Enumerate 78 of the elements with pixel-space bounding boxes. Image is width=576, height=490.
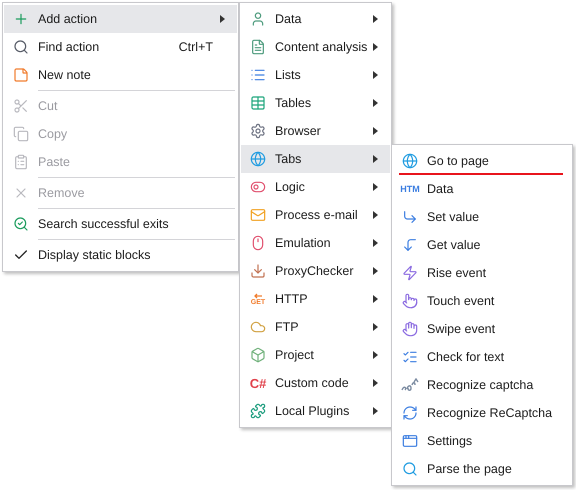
submenu-arrow-icon [373, 351, 378, 359]
list-icon [250, 67, 266, 83]
download-icon [250, 263, 266, 279]
submenu-arrow-icon [373, 99, 378, 107]
csharp-icon: C# [250, 376, 266, 390]
menu-item[interactable]: Settings [393, 427, 571, 455]
menu-item[interactable]: ProxyChecker [241, 257, 390, 285]
html-tag-icon: HTM [400, 184, 420, 194]
globe-icon [250, 151, 266, 167]
scissors-icon [13, 98, 29, 114]
gear-icon [250, 123, 266, 139]
cube-icon [250, 347, 266, 363]
submenu-arrow-icon [373, 155, 378, 163]
menu-item[interactable]: C# Custom code [241, 369, 390, 397]
menu-item[interactable]: Check for text [393, 343, 571, 371]
menu-item[interactable]: Rise event [393, 259, 571, 287]
pointer-hand-icon [402, 293, 418, 309]
envelope-icon [250, 207, 266, 223]
menu-item[interactable]: Set value [393, 203, 571, 231]
refresh-icon [402, 405, 418, 421]
submenu-arrow-icon [373, 267, 378, 275]
arrow-icon [402, 237, 418, 253]
menu-item[interactable]: Logic [241, 173, 390, 201]
menu-item[interactable]: Parse the page [393, 455, 571, 483]
menu-item[interactable]: New note [4, 61, 237, 89]
submenu-arrow-icon [373, 71, 378, 79]
search-icon [13, 39, 29, 55]
person-icon [250, 11, 266, 27]
window-icon [402, 433, 418, 449]
menu-item[interactable]: HTM Data [393, 175, 571, 203]
menu-item[interactable]: FTP [241, 313, 390, 341]
submenu-arrow-icon [373, 211, 378, 219]
menu-item[interactable]: Local Plugins [241, 397, 390, 425]
globe-icon [402, 153, 418, 169]
menu-item[interactable]: Recognize captcha [393, 371, 571, 399]
table-icon [250, 95, 266, 111]
toggle-icon [250, 179, 266, 195]
menu-item[interactable]: Emulation [241, 229, 390, 257]
menu-item[interactable]: Add action [4, 5, 237, 33]
menu-item[interactable]: Display static blocks [4, 241, 237, 269]
puzzle-icon [250, 403, 266, 419]
submenu-arrow-icon [373, 239, 378, 247]
submenu-arrow-icon [373, 183, 378, 191]
menu-item[interactable]: Search successful exits [4, 210, 237, 238]
menu-item[interactable]: Content analysis [241, 33, 390, 61]
menu-item[interactable]: Process e-mail [241, 201, 390, 229]
menu-item[interactable]: Get value [393, 231, 571, 259]
document-icon [250, 39, 266, 55]
submenu-arrow-icon [373, 43, 378, 51]
menu-item[interactable]: Project [241, 341, 390, 369]
hand-icon [402, 321, 418, 337]
search-icon [402, 461, 418, 477]
menu-item[interactable]: Data [241, 5, 390, 33]
menu-item[interactable]: Lists [241, 61, 390, 89]
arrow-icon [402, 209, 418, 225]
mouse-icon [250, 235, 266, 251]
submenu-arrow-icon [373, 407, 378, 415]
submenu-arrow-icon [373, 323, 378, 331]
note-icon [13, 67, 29, 83]
search-check-icon [13, 216, 29, 232]
submenu-arrow-icon [373, 127, 378, 135]
menu-item[interactable]: Swipe event [393, 315, 571, 343]
menu-item[interactable]: Find action Ctrl+T [4, 33, 237, 61]
plus-icon [13, 11, 29, 27]
submenu-arrow-icon [373, 15, 378, 23]
lightning-icon [402, 265, 418, 281]
menu-item[interactable]: Tables [241, 89, 390, 117]
menu-item[interactable]: Go to page [393, 147, 571, 175]
copy-icon [13, 126, 29, 142]
clipboard-icon [13, 154, 29, 170]
cloud-icon [250, 319, 266, 335]
menu-item[interactable]: Browser [241, 117, 390, 145]
menu-item[interactable]: Touch event [393, 287, 571, 315]
menu-item[interactable]: Tabs [241, 145, 390, 173]
menu-item[interactable]: Recognize ReCaptcha [393, 399, 571, 427]
submenu-arrow-icon [373, 295, 378, 303]
submenu-arrow-icon [373, 379, 378, 387]
checklist-icon [402, 349, 418, 365]
